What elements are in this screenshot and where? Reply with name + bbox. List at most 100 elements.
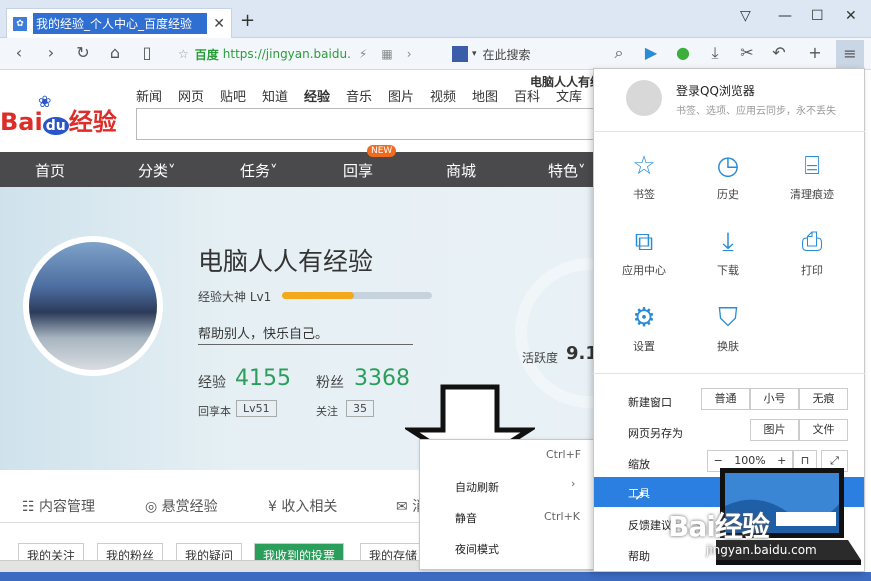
undo-icon[interactable]: ↶ <box>768 42 790 64</box>
menu-app-center[interactable]: ⧉ 应用中心 <box>609 226 679 278</box>
mouse-cursor-icon: ➚ <box>634 488 646 504</box>
new-window-normal-button[interactable]: 普通 <box>701 388 750 410</box>
play-icon[interactable]: ▶ <box>640 42 662 64</box>
user-level: 经验大神 Lv1 <box>198 290 272 304</box>
motto-underline <box>198 344 413 345</box>
minimize-icon[interactable]: — <box>778 8 792 24</box>
login-title[interactable]: 登录QQ浏览器 <box>676 82 755 99</box>
list-icon: ☷ <box>22 499 35 515</box>
tab-content-manage[interactable]: ☷ 内容管理 <box>22 496 95 516</box>
chevron-down-icon[interactable]: ▾ <box>472 49 477 59</box>
download-toolbar-icon[interactable]: ⤓ <box>704 42 726 64</box>
new-window-small-button[interactable]: 小号 <box>750 388 799 410</box>
search-engine-icon[interactable] <box>452 46 468 62</box>
coin-icon: ◎ <box>145 499 158 515</box>
exp-value[interactable]: 4155 <box>235 366 291 391</box>
watermark-text: Bai经验 <box>668 510 770 543</box>
mail-icon: ✉ <box>396 499 408 515</box>
nav-link[interactable]: 经验 <box>304 86 330 105</box>
url-text[interactable]: https://jingyan.baidu. <box>223 47 351 61</box>
panel-divider <box>593 131 865 132</box>
menu-skin[interactable]: ⛉ 换肤 <box>693 302 763 354</box>
yen-icon: ¥ <box>268 499 277 515</box>
nav-link[interactable]: 图片 <box>388 86 414 105</box>
user-motto[interactable]: 帮助别人，快乐自己。 <box>198 323 328 342</box>
fans-label: 粉丝 <box>316 375 344 391</box>
login-subtitle: 书签、选项、应用云同步，永不丢失 <box>676 106 836 117</box>
tab-bounty[interactable]: ◎ 悬赏经验 <box>145 496 218 516</box>
maximize-icon[interactable]: ☐ <box>811 8 824 24</box>
home-icon[interactable]: ⌂ <box>104 42 126 64</box>
watermark-url: jingyan.baidu.com <box>706 543 817 557</box>
help-item[interactable]: 帮助 <box>628 548 650 564</box>
category-featured[interactable]: 特色˅ <box>548 160 586 181</box>
menu-history[interactable]: ◷ 历史 <box>693 150 763 202</box>
follow-label: 关注 <box>316 405 338 418</box>
close-window-icon[interactable]: ✕ <box>845 8 857 24</box>
reader-icon[interactable]: ▯ <box>136 42 158 64</box>
download-icon: ⤓ <box>722 227 734 257</box>
category-huixiang[interactable]: 回享 <box>343 160 373 181</box>
page-search-input[interactable] <box>136 108 600 140</box>
category-bar <box>0 152 600 187</box>
category-tasks[interactable]: 任务˅ <box>240 160 278 181</box>
new-window-incognito-button[interactable]: 无痕 <box>799 388 848 410</box>
tshirt-skin-icon[interactable]: ▽ <box>740 8 751 24</box>
chevron-right-icon: › <box>571 477 576 490</box>
add-icon[interactable]: + <box>804 42 826 64</box>
category-home[interactable]: 首页 <box>35 160 65 181</box>
new-badge: NEW <box>367 145 397 157</box>
nav-link[interactable]: 地图 <box>472 86 498 105</box>
submenu-night-mode[interactable]: 夜间模式 <box>455 541 499 557</box>
url-site-name: 百度 <box>194 47 219 62</box>
follow-badge[interactable]: 35 <box>346 400 374 417</box>
nav-link[interactable]: 视频 <box>430 86 456 105</box>
chevron-right-icon[interactable]: › <box>407 47 412 61</box>
menu-download[interactable]: ⤓ 下载 <box>693 226 763 278</box>
search-input[interactable]: 在此搜索 <box>483 46 531 63</box>
avatar[interactable] <box>23 236 163 376</box>
qr-icon[interactable]: ▦ <box>381 47 392 61</box>
search-icon[interactable]: ⌕ <box>608 42 630 64</box>
submenu-auto-refresh[interactable]: 自动刷新 <box>455 479 499 495</box>
wechat-icon[interactable]: ● <box>672 42 694 64</box>
level-progress-fill <box>282 292 354 299</box>
category-mall[interactable]: 商城 <box>446 160 476 181</box>
forward-icon[interactable]: › <box>40 42 62 64</box>
refresh-icon[interactable]: ↻ <box>72 42 94 64</box>
nav-link[interactable]: 知道 <box>262 86 288 105</box>
search-box[interactable]: ▾ 在此搜索 <box>452 42 602 66</box>
user-avatar-icon[interactable] <box>626 80 662 116</box>
tab-income[interactable]: ¥ 收入相关 <box>268 496 337 516</box>
baidu-jingyan-logo[interactable]: Bai du 经验 <box>0 102 117 137</box>
scissors-icon[interactable]: ✂ <box>736 42 758 64</box>
fans-value[interactable]: 3368 <box>354 366 410 391</box>
nav-link[interactable]: 新闻 <box>136 86 162 105</box>
menu-icon[interactable]: ≡ <box>836 40 864 68</box>
save-as-image-button[interactable]: 图片 <box>750 419 799 441</box>
close-tab-icon[interactable]: ✕ <box>213 16 225 32</box>
back-icon[interactable]: ‹ <box>8 42 30 64</box>
menu-settings[interactable]: ⚙ 设置 <box>609 302 679 354</box>
tab-title: 我的经验_个人中心_百度经验 <box>33 13 208 34</box>
category-classify[interactable]: 分类˅ <box>138 160 176 181</box>
new-tab-button[interactable]: + <box>240 10 255 31</box>
lightning-icon[interactable]: ⚡ <box>359 47 367 61</box>
menu-print[interactable]: ⎙ 打印 <box>777 226 847 278</box>
feedback-item[interactable]: 反馈建议 <box>628 517 672 533</box>
printer-icon: ⎙ <box>801 227 823 257</box>
nav-link[interactable]: 音乐 <box>346 86 372 105</box>
save-as-file-button[interactable]: 文件 <box>799 419 848 441</box>
nav-link[interactable]: 网页 <box>178 86 204 105</box>
shirt-icon: ⛉ <box>718 303 738 333</box>
huixiang-badge[interactable]: Lv51 <box>236 400 277 417</box>
menu-bookmarks[interactable]: ☆ 书签 <box>609 150 679 202</box>
bookmark-star-icon[interactable]: ☆ <box>178 47 189 61</box>
submenu-mute[interactable]: 静音 <box>455 510 477 526</box>
clock-icon: ◷ <box>716 151 740 181</box>
url-bar[interactable]: ☆ 百度 https://jingyan.baidu. ⚡ ▦ › <box>178 42 440 66</box>
menu-clear-traces[interactable]: ⌸ 清理痕迹 <box>777 150 847 202</box>
browser-tab[interactable]: ✿ 我的经验_个人中心_百度经验 ✕ <box>6 8 232 38</box>
nav-link[interactable]: 贴吧 <box>220 86 246 105</box>
star-icon: ☆ <box>632 151 656 181</box>
